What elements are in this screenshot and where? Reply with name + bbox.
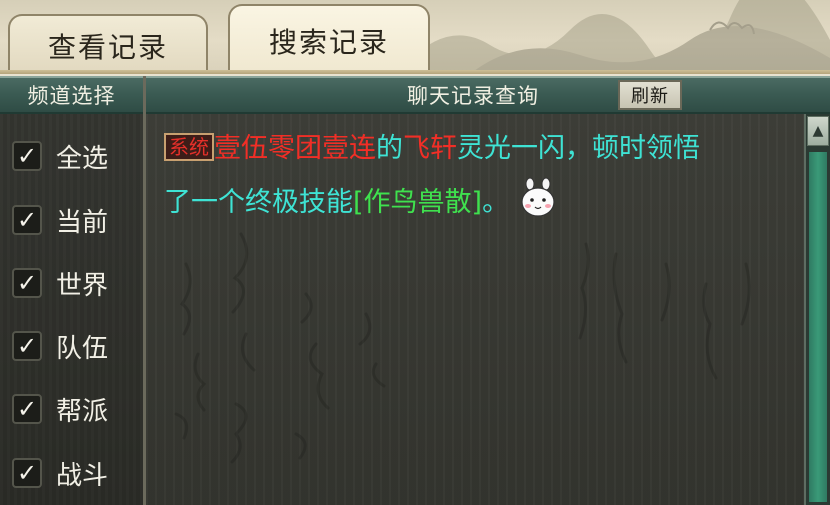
tab-search-records-label: 搜索记录 <box>268 26 389 59</box>
channel-label-all: 全选 <box>56 143 109 174</box>
chat-log-title: 聊天记录查询 <box>407 84 539 108</box>
tab-view-records[interactable]: 查看记录 <box>8 14 208 72</box>
channel-checkbox-battle[interactable]: ✓ 战斗 <box>12 451 108 495</box>
tab-strip-border <box>0 70 830 74</box>
chat-scrollbar[interactable]: ▲ <box>804 114 830 505</box>
scrollbar-track[interactable] <box>809 152 827 502</box>
scroll-up-button[interactable]: ▲ <box>807 116 829 146</box>
chat-message: 系统 壹伍零团壹连的飞轩灵光一闪，顿时领悟 了一个终极技能[作鸟兽散]。 <box>164 122 804 230</box>
player-name-link[interactable]: 壹伍零团壹连 <box>214 133 376 164</box>
system-badge: 系统 <box>164 133 214 161</box>
message-text-of: 的 <box>376 133 403 164</box>
channel-checkbox-current[interactable]: ✓ 当前 <box>12 198 108 242</box>
checkbox-checked-icon[interactable]: ✓ <box>12 458 42 488</box>
ink-landscape-decoration <box>410 0 830 74</box>
chat-log-header: 聊天记录查询 刷新 <box>146 76 830 114</box>
channel-label-battle: 战斗 <box>56 460 109 491</box>
refresh-button[interactable]: 刷新 <box>618 80 682 110</box>
checkbox-checked-icon[interactable]: ✓ <box>12 331 42 361</box>
triangle-up-icon: ▲ <box>812 123 824 139</box>
channel-label-team: 队伍 <box>56 333 109 364</box>
refresh-button-label: 刷新 <box>631 86 669 107</box>
checkbox-checked-icon[interactable]: ✓ <box>12 268 42 298</box>
skill-name-link[interactable]: [作鸟兽散] <box>353 187 482 218</box>
tab-search-records[interactable]: 搜索记录 <box>228 4 430 72</box>
channel-checkbox-guild[interactable]: ✓ 帮派 <box>12 387 108 431</box>
message-text-2: 了一个终极技能 <box>164 187 353 218</box>
channel-label-guild: 帮派 <box>56 396 109 427</box>
message-text-end: 。 <box>482 187 510 218</box>
channel-checkbox-world[interactable]: ✓ 世界 <box>12 261 108 305</box>
checkbox-checked-icon[interactable]: ✓ <box>12 394 42 424</box>
channel-checkbox-team[interactable]: ✓ 队伍 <box>12 324 108 368</box>
channel-select-title: 频道选择 <box>27 84 116 108</box>
channel-select-header: 频道选择 <box>0 76 143 114</box>
channel-label-world: 世界 <box>56 270 109 301</box>
pet-name-link[interactable]: 飞轩 <box>403 133 457 164</box>
message-text-1: 灵光一闪，顿时领悟 <box>457 133 700 164</box>
tab-view-records-label: 查看记录 <box>47 31 168 64</box>
channel-label-current: 当前 <box>56 207 109 238</box>
channel-checkbox-all[interactable]: ✓ 全选 <box>12 134 108 178</box>
chat-log-panel: 聊天记录查询 刷新 系统 壹伍零团壹连的飞轩灵光一闪，顿时领悟 了一个终极技能[作… <box>146 76 830 505</box>
checkbox-checked-icon[interactable]: ✓ <box>12 205 42 235</box>
tab-strip: 查看记录 搜索记录 <box>0 0 830 74</box>
channel-sidebar: 频道选择 ✓ 全选 ✓ 当前 ✓ 世界 ✓ 队伍 ✓ 帮派 ✓ 战斗 <box>0 76 146 505</box>
checkbox-checked-icon[interactable]: ✓ <box>12 141 42 171</box>
bunny-emote-icon <box>521 177 555 217</box>
